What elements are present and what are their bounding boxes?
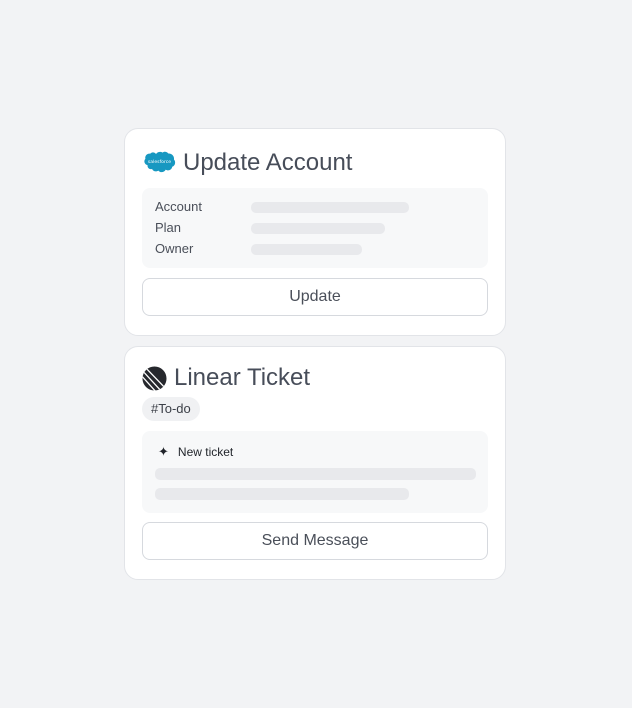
- new-ticket-panel: ✦ New ticket: [142, 431, 488, 513]
- new-ticket-label: New ticket: [177, 445, 234, 459]
- field-label-plan: Plan: [155, 220, 182, 235]
- update-account-header: salesforce Update Account: [142, 147, 352, 179]
- new-ticket-row[interactable]: ✦ New ticket: [158, 444, 233, 460]
- update-account-card: salesforce Update Account Account Plan O…: [124, 128, 506, 336]
- linear-ticket-card: Linear Ticket #To-do ✦ New ticket Send M…: [124, 346, 506, 580]
- account-value-placeholder: [251, 202, 409, 213]
- plus-sparkle-icon: ✦: [158, 444, 169, 459]
- linear-logo-icon: [142, 366, 167, 391]
- status-tag[interactable]: #To-do: [142, 397, 200, 421]
- ticket-line-placeholder: [155, 468, 476, 480]
- owner-value-placeholder: [251, 244, 362, 255]
- field-row-account: Account: [155, 198, 475, 216]
- ticket-line-placeholder: [155, 488, 409, 500]
- field-label-owner: Owner: [155, 241, 194, 256]
- page-title: Update Account: [183, 149, 353, 176]
- account-details-panel: Account Plan Owner: [142, 188, 488, 268]
- field-row-owner: Owner: [155, 240, 475, 258]
- linear-ticket-header: Linear Ticket: [142, 362, 310, 394]
- update-button[interactable]: Update: [142, 278, 488, 316]
- plan-value-placeholder: [251, 223, 385, 234]
- field-row-plan: Plan: [155, 219, 475, 237]
- field-label-account: Account: [155, 199, 202, 214]
- salesforce-logo-text: salesforce: [148, 159, 171, 165]
- salesforce-cloud-icon: salesforce: [142, 150, 176, 176]
- send-message-button[interactable]: Send Message: [142, 522, 488, 560]
- page-title: Linear Ticket: [174, 364, 311, 391]
